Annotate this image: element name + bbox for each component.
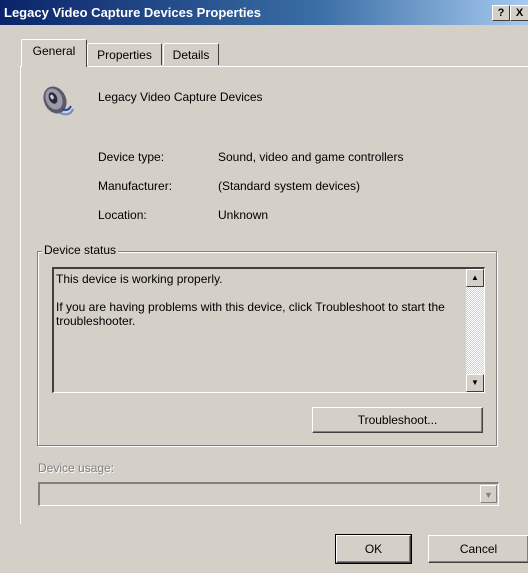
tab-details[interactable]: Details: [163, 43, 219, 65]
ok-label: OK: [364, 542, 383, 556]
title-bar[interactable]: Legacy Video Capture Devices Properties …: [0, 0, 528, 25]
tab-label: Details: [172, 48, 210, 62]
tab-general[interactable]: General: [21, 39, 87, 67]
close-button[interactable]: X: [510, 5, 528, 21]
tab-panel-general: [20, 66, 528, 524]
window-title: Legacy Video Capture Devices Properties: [4, 5, 261, 20]
cancel-button[interactable]: Cancel: [428, 535, 528, 563]
cancel-label: Cancel: [459, 542, 498, 556]
help-button[interactable]: ?: [492, 5, 510, 21]
tab-properties[interactable]: Properties: [87, 43, 162, 65]
tab-label: Properties: [97, 48, 152, 62]
tab-label: General: [32, 44, 76, 58]
ok-button[interactable]: OK: [335, 534, 412, 564]
